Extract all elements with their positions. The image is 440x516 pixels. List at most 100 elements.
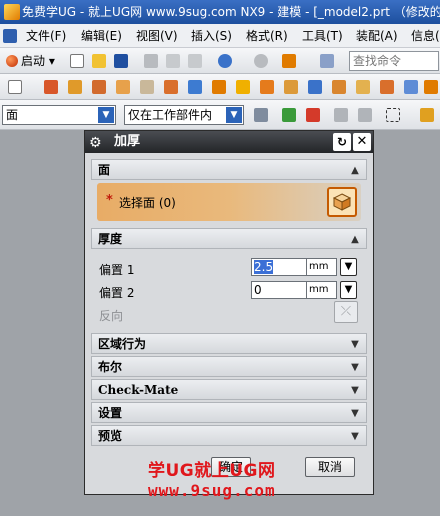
- offset-face-icon[interactable]: [402, 78, 420, 96]
- select-face-row[interactable]: * 选择面 (0): [97, 183, 361, 221]
- reverse-direction-label: 反向: [99, 309, 124, 323]
- boss-icon[interactable]: [162, 78, 180, 96]
- menu-bar: 文件(F) 编辑(E) 视图(V) 插入(S) 格式(R) 工具(T) 装配(A…: [0, 24, 440, 48]
- menu-info[interactable]: 信息(: [411, 24, 440, 47]
- region-behavior-section-header[interactable]: 区域行为 ▼: [91, 333, 367, 354]
- chevron-up-icon: ▲: [351, 165, 359, 176]
- face-section-label: 面: [98, 163, 111, 177]
- nx-app-icon: [4, 4, 20, 20]
- menu-file[interactable]: 文件(F): [26, 24, 66, 47]
- chevron-down-icon: ▼: [351, 385, 359, 396]
- paste-button[interactable]: [186, 52, 204, 70]
- deselect-icon[interactable]: [418, 106, 436, 124]
- menu-app-icon[interactable]: [3, 29, 17, 43]
- window-button[interactable]: [318, 52, 336, 70]
- sketch-button[interactable]: [6, 78, 24, 96]
- menu-edit[interactable]: 编辑(E): [81, 24, 122, 47]
- selection-scope-value: 仅在工作部件内: [128, 108, 213, 122]
- menu-format[interactable]: 格式(R): [246, 24, 288, 47]
- preview-section-header[interactable]: 预览 ▼: [91, 425, 367, 446]
- trim-body-icon[interactable]: [354, 78, 372, 96]
- thread-icon[interactable]: [186, 78, 204, 96]
- offset2-label: 偏置 2: [99, 286, 135, 300]
- revolve-icon[interactable]: [66, 78, 84, 96]
- thicken-dialog: ⚙ 加厚 ↻ ✕ 面 ▲ * 选择面 (0) 厚度 ▲ 偏置 1 2.5 mm …: [84, 130, 374, 495]
- cut-button[interactable]: [142, 52, 160, 70]
- start-label: 启动: [21, 54, 46, 68]
- menu-view[interactable]: 视图(V): [136, 24, 178, 47]
- menu-assembly[interactable]: 装配(A): [356, 24, 398, 47]
- watermark-url: www.9sug.com: [148, 481, 276, 500]
- cube-select-icon[interactable]: [327, 187, 357, 217]
- gear-icon[interactable]: ⚙: [89, 132, 102, 154]
- offset1-label: 偏置 1: [99, 263, 135, 277]
- start-button[interactable]: 启动 ▾: [6, 52, 55, 70]
- new-file-button[interactable]: [68, 52, 86, 70]
- offset1-value: 2.5: [254, 260, 274, 274]
- search-command-input[interactable]: 查找命令: [349, 51, 439, 71]
- type-filter-dropdown[interactable]: 面 ▼: [2, 105, 116, 125]
- check-mate-section-header[interactable]: Check-Mate ▼: [91, 379, 367, 400]
- close-icon[interactable]: ✕: [353, 133, 371, 151]
- redo-button[interactable]: [252, 52, 270, 70]
- hole-icon[interactable]: [138, 78, 156, 96]
- offset1-input[interactable]: 2.5: [251, 258, 307, 276]
- face-section-header[interactable]: 面 ▲: [91, 159, 367, 180]
- block-icon[interactable]: [90, 78, 108, 96]
- rectangle-select-icon[interactable]: [384, 106, 402, 124]
- check-mate-section-label: Check-Mate: [98, 383, 179, 397]
- selection-toolbar: 面 ▼ 仅在工作部件内 ▼: [0, 100, 440, 130]
- settings-section-header[interactable]: 设置 ▼: [91, 402, 367, 423]
- chevron-down-icon: ▼: [98, 107, 114, 123]
- extrude-icon[interactable]: [42, 78, 60, 96]
- chevron-down-icon: ▼: [226, 107, 242, 123]
- shell-icon[interactable]: [330, 78, 348, 96]
- reset-icon[interactable]: ↻: [333, 133, 351, 151]
- offset2-unit[interactable]: mm: [307, 281, 337, 299]
- pattern-icon[interactable]: [234, 78, 252, 96]
- standard-toolbar: 启动 ▾ 查找命令: [0, 48, 440, 74]
- dialog-title: 加厚: [114, 134, 141, 149]
- offset1-unit[interactable]: mm: [307, 258, 337, 276]
- thickness-section-label: 厚度: [98, 232, 123, 246]
- offset2-dropdown-icon[interactable]: ▼: [340, 281, 357, 299]
- snap-end-icon[interactable]: [332, 106, 350, 124]
- point-icon[interactable]: [304, 106, 322, 124]
- preview-section-label: 预览: [98, 429, 123, 443]
- edge-blend-icon[interactable]: [282, 78, 300, 96]
- draft-icon[interactable]: [378, 78, 396, 96]
- cylinder-icon[interactable]: [114, 78, 132, 96]
- boolean-section-header[interactable]: 布尔 ▼: [91, 356, 367, 377]
- mirror-icon[interactable]: [258, 78, 276, 96]
- boolean-section-label: 布尔: [98, 360, 123, 374]
- reverse-direction-icon[interactable]: ⤫: [334, 301, 358, 323]
- command-finder-button[interactable]: [280, 52, 298, 70]
- chevron-down-icon: ▼: [351, 339, 359, 350]
- open-folder-button[interactable]: [90, 52, 108, 70]
- filter-options-icon[interactable]: [252, 106, 270, 124]
- thickness-section-header[interactable]: 厚度 ▲: [91, 228, 367, 249]
- sew-icon[interactable]: [422, 78, 440, 96]
- chamfer-icon[interactable]: [306, 78, 324, 96]
- cancel-button[interactable]: 取消: [305, 457, 355, 477]
- unite-icon[interactable]: [210, 78, 228, 96]
- offset1-dropdown-icon[interactable]: ▼: [340, 258, 357, 276]
- copy-button[interactable]: [164, 52, 182, 70]
- menu-insert[interactable]: 插入(S): [191, 24, 232, 47]
- watermark-text: 学UG就上UG网: [148, 461, 276, 481]
- select-face-label: 选择面 (0): [119, 196, 176, 210]
- chevron-down-icon: ▼: [351, 362, 359, 373]
- selection-scope-dropdown[interactable]: 仅在工作部件内 ▼: [124, 105, 244, 125]
- menu-tools[interactable]: 工具(T): [302, 24, 343, 47]
- dialog-title-bar: ⚙ 加厚 ↻ ✕: [85, 131, 373, 153]
- window-title-bar: 免费学UG - 就上UG网 www.9sug.com NX9 - 建模 - [_…: [0, 0, 440, 24]
- feature-toolbar: [0, 74, 440, 100]
- snap-mid-icon[interactable]: [356, 106, 374, 124]
- start-icon: [6, 55, 18, 67]
- chevron-up-icon: ▲: [351, 234, 359, 245]
- offset2-input[interactable]: 0: [251, 281, 307, 299]
- chevron-down-icon: ▼: [351, 431, 359, 442]
- undo-button[interactable]: [216, 52, 234, 70]
- snap-point-icon[interactable]: [280, 106, 298, 124]
- save-button[interactable]: [112, 52, 130, 70]
